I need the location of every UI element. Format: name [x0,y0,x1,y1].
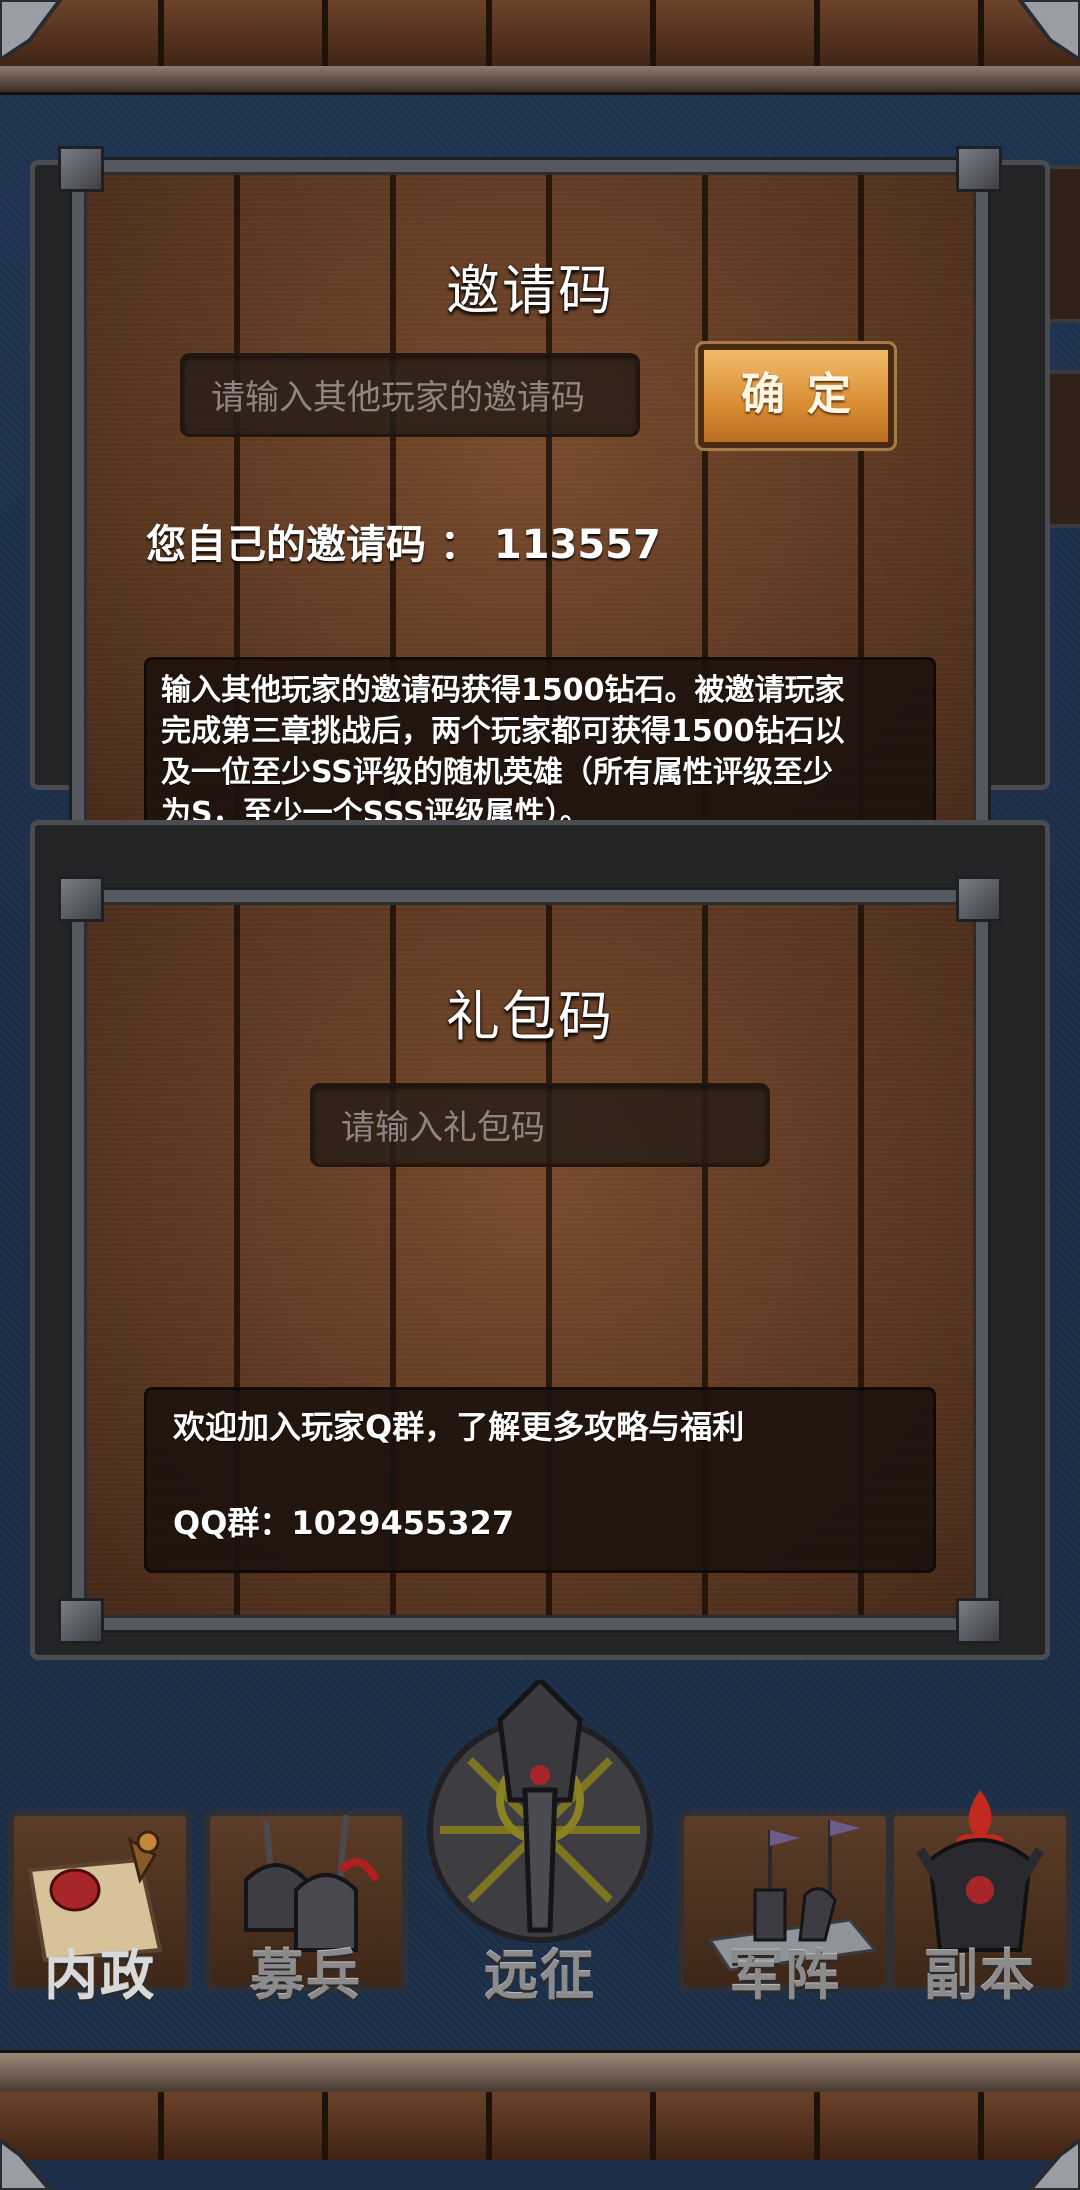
nav-label: 内政 [44,1944,156,2007]
invite-title: 邀请码 [446,259,614,322]
gift-code-input[interactable]: 请输入礼包码 [310,1083,770,1167]
rivet [956,146,1002,192]
corner-ornament-icon [0,0,63,63]
qq-welcome-text: 欢迎加入玩家Q群，了解更多攻略与福利 [173,1408,745,1446]
qq-group-label: QQ群： [173,1504,292,1542]
nav-label: 远征 [484,1944,596,2007]
nav-label: 副本 [924,1944,1036,2007]
rivet [956,1598,1002,1644]
invite-description: 输入其他玩家的邀请码获得1500钻石。被邀请玩家 完成第三章挑战后，两个玩家都可… [144,657,936,843]
nav-label: 募兵 [250,1944,362,2007]
description-line: 完成第三章挑战后，两个玩家都可获得1500钻石以 [161,714,845,749]
nav-item-domestic[interactable]: 内政 [0,1810,200,2010]
rivet [58,146,104,192]
rivet [956,876,1002,922]
invite-code-input[interactable]: 请输入其他玩家的邀请码 [180,353,640,437]
own-code-value: 113557 [493,522,661,568]
top-rail [0,66,1080,95]
invite-panel: 邀请码 请输入其他玩家的邀请码 确定 您自己的邀请码 ： 113557 输入其他… [58,146,1002,909]
bottom-wood-bar [0,2092,1080,2160]
rivet [58,1598,104,1644]
own-invite-code: 您自己的邀请码 ： 113557 [146,512,661,570]
gift-title: 礼包码 [446,985,614,1048]
rivet [58,876,104,922]
corner-ornament-icon [0,2137,53,2190]
gift-panel: 礼包码 请输入礼包码 欢迎加入玩家Q群，了解更多攻略与福利 QQ群：102945… [58,876,1002,1644]
top-wood-bar [0,0,1080,70]
qq-group-info: 欢迎加入玩家Q群，了解更多攻略与福利 QQ群：1029455327 [144,1387,936,1573]
description-line: 输入其他玩家的邀请码获得1500钻石。被邀请玩家 [161,673,845,708]
nav-label: 军阵 [729,1944,841,2007]
corner-ornament-icon [1017,0,1080,63]
description-line: 及一位至少SS评级的随机英雄（所有属性评级至少 [161,755,833,790]
nav-item-dungeon[interactable]: 副本 [880,1790,1080,2010]
gift-input-placeholder: 请输入礼包码 [341,1108,545,1148]
bottom-rail [0,2050,1080,2097]
qq-group-line: QQ群：1029455327 [173,1498,907,1548]
sword-emblem-icon [427,1680,653,1943]
confirm-button[interactable]: 确定 [695,341,897,451]
nav-item-formation[interactable]: 军阵 [670,1810,900,2010]
qq-group-number[interactable]: 1029455327 [291,1504,514,1542]
nav-item-recruit[interactable]: 募兵 [196,1810,416,2010]
own-code-label: 您自己的邀请码 ： [146,522,480,568]
nav-item-expedition[interactable]: 远征 [400,1680,680,2010]
corner-ornament-icon [1027,2137,1080,2190]
invite-input-placeholder: 请输入其他玩家的邀请码 [211,378,585,418]
